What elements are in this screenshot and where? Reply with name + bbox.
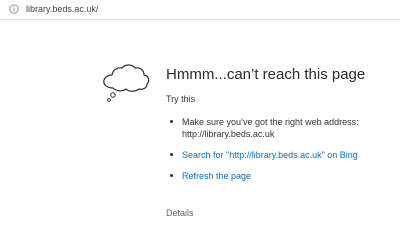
url-text[interactable]: library.beds.ac.uk/ (26, 3, 98, 15)
search-bing-link[interactable]: Search for "http://library.beds.ac.uk" o… (182, 150, 358, 160)
details-link[interactable]: Details (166, 207, 194, 219)
bullet-icon (170, 120, 173, 123)
bullet-icon (170, 174, 173, 177)
info-icon[interactable] (9, 4, 19, 14)
suggestion-text-check-address: Make sure you’ve got the right web addre… (182, 117, 359, 139)
browser-window: library.beds.ac.uk/ Hmmm...can’t reach t… (0, 0, 400, 250)
suggestion-list: Make sure you’ve got the right web addre… (170, 116, 360, 182)
suggestion-item-check-address: Make sure you’ve got the right web addre… (170, 116, 360, 140)
refresh-page-link[interactable]: Refresh the page (182, 171, 251, 181)
try-this-label: Try this (166, 94, 196, 104)
address-bar[interactable]: library.beds.ac.uk/ (0, 0, 400, 20)
bullet-icon (170, 153, 173, 156)
suggestion-item-refresh: Refresh the page (170, 170, 360, 182)
thought-cloud-icon (103, 64, 150, 102)
error-title: Hmmm...can’t reach this page (166, 66, 366, 83)
suggestion-item-search-bing: Search for "http://library.beds.ac.uk" o… (170, 149, 360, 161)
